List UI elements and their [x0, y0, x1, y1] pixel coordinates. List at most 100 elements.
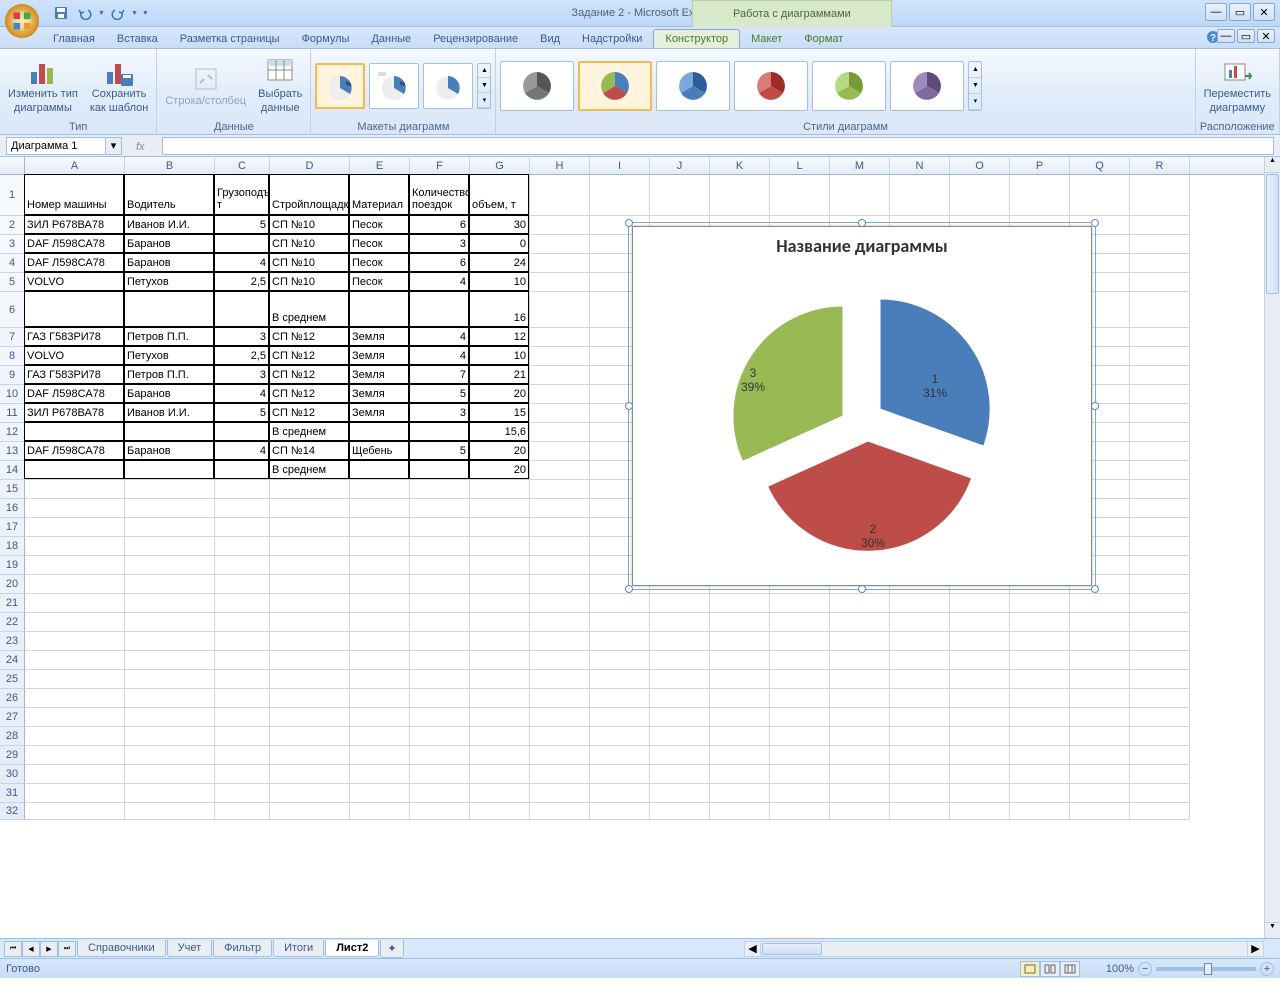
- data-cell[interactable]: 4: [409, 272, 469, 291]
- cell[interactable]: [25, 651, 125, 670]
- data-cell[interactable]: В среднем: [269, 422, 349, 441]
- cell[interactable]: [1070, 765, 1130, 784]
- cell[interactable]: [830, 746, 890, 765]
- cell[interactable]: [1070, 651, 1130, 670]
- cell[interactable]: [1010, 784, 1070, 803]
- cell[interactable]: [770, 803, 830, 820]
- cell[interactable]: [530, 254, 590, 273]
- cell[interactable]: [25, 784, 125, 803]
- cell[interactable]: [410, 784, 470, 803]
- zoom-level[interactable]: 100%: [1106, 963, 1134, 975]
- cell[interactable]: [1010, 670, 1070, 689]
- new-sheet-button[interactable]: ✦: [380, 940, 403, 958]
- data-cell[interactable]: 3: [409, 403, 469, 422]
- cell[interactable]: [470, 746, 530, 765]
- cell[interactable]: [1130, 499, 1190, 518]
- data-cell[interactable]: 4: [214, 253, 269, 272]
- data-cell[interactable]: DAF Л598СА78: [24, 234, 124, 253]
- cell[interactable]: [125, 784, 215, 803]
- data-cell[interactable]: 20: [469, 460, 529, 479]
- cell[interactable]: [410, 632, 470, 651]
- cell[interactable]: [215, 613, 270, 632]
- col-header[interactable]: H: [530, 157, 590, 174]
- cell[interactable]: [25, 708, 125, 727]
- cell[interactable]: [215, 708, 270, 727]
- cell[interactable]: [125, 632, 215, 651]
- cell[interactable]: [410, 746, 470, 765]
- cell[interactable]: [1070, 670, 1130, 689]
- cell[interactable]: [590, 670, 650, 689]
- cell[interactable]: [25, 727, 125, 746]
- header-cell[interactable]: Количество поездок: [409, 174, 469, 215]
- data-cell[interactable]: Петухов: [124, 272, 214, 291]
- row-header[interactable]: 3: [0, 235, 25, 254]
- undo-icon[interactable]: [74, 2, 96, 24]
- cell[interactable]: [710, 613, 770, 632]
- cell[interactable]: [470, 480, 530, 499]
- data-cell[interactable]: Песок: [349, 234, 409, 253]
- chart-style-4[interactable]: [734, 61, 808, 111]
- tab-insert[interactable]: Вставка: [106, 30, 169, 48]
- cell[interactable]: [470, 651, 530, 670]
- cell[interactable]: [410, 765, 470, 784]
- cell[interactable]: [1010, 175, 1070, 216]
- cell[interactable]: [350, 632, 410, 651]
- data-cell[interactable]: 10: [469, 346, 529, 365]
- cell[interactable]: [1130, 292, 1190, 328]
- cell[interactable]: [1010, 708, 1070, 727]
- cell[interactable]: [350, 499, 410, 518]
- data-cell[interactable]: ГАЗ Г583РИ78: [24, 327, 124, 346]
- cell[interactable]: [770, 175, 830, 216]
- select-data-button[interactable]: Выбрать данные: [254, 54, 306, 116]
- cell[interactable]: [215, 499, 270, 518]
- cell[interactable]: [350, 708, 410, 727]
- cell[interactable]: [125, 727, 215, 746]
- data-cell[interactable]: [214, 460, 269, 479]
- cell[interactable]: [650, 803, 710, 820]
- redo-icon[interactable]: [107, 2, 129, 24]
- select-all-corner[interactable]: [0, 157, 25, 174]
- cell[interactable]: [1130, 632, 1190, 651]
- cell[interactable]: [410, 518, 470, 537]
- column-headers[interactable]: ABCDEFGHIJKLMNOPQR: [0, 157, 1264, 175]
- restore-button[interactable]: ▭: [1229, 3, 1251, 21]
- row-header[interactable]: 15: [0, 480, 25, 499]
- cell[interactable]: [590, 651, 650, 670]
- cell[interactable]: [530, 746, 590, 765]
- cell[interactable]: [470, 499, 530, 518]
- data-cell[interactable]: Земля: [349, 346, 409, 365]
- cell[interactable]: [530, 273, 590, 292]
- cell[interactable]: [830, 632, 890, 651]
- cell[interactable]: [650, 765, 710, 784]
- row-header[interactable]: 11: [0, 404, 25, 423]
- data-cell[interactable]: 4: [409, 346, 469, 365]
- data-cell[interactable]: Петухов: [124, 346, 214, 365]
- data-cell[interactable]: 30: [469, 215, 529, 234]
- cell[interactable]: [270, 594, 350, 613]
- cell[interactable]: [650, 594, 710, 613]
- cell[interactable]: [1130, 556, 1190, 575]
- cell[interactable]: [770, 746, 830, 765]
- cell[interactable]: [270, 613, 350, 632]
- cell[interactable]: [410, 537, 470, 556]
- cell[interactable]: [530, 366, 590, 385]
- row-header[interactable]: 26: [0, 689, 25, 708]
- data-cell[interactable]: 15: [469, 403, 529, 422]
- cell[interactable]: [950, 803, 1010, 820]
- data-cell[interactable]: [349, 460, 409, 479]
- cell[interactable]: [470, 727, 530, 746]
- cell[interactable]: [1130, 328, 1190, 347]
- tab-home[interactable]: Главная: [42, 30, 106, 48]
- cell[interactable]: [710, 175, 770, 216]
- row-header[interactable]: 27: [0, 708, 25, 727]
- cell[interactable]: [410, 575, 470, 594]
- cell[interactable]: [890, 746, 950, 765]
- cell[interactable]: [270, 784, 350, 803]
- vertical-scrollbar[interactable]: ▲ ▼: [1264, 157, 1280, 938]
- header-cell[interactable]: Материал: [349, 174, 409, 215]
- cell[interactable]: [530, 175, 590, 216]
- col-header[interactable]: I: [590, 157, 650, 174]
- cell[interactable]: [350, 480, 410, 499]
- cell[interactable]: [890, 689, 950, 708]
- cell[interactable]: [770, 670, 830, 689]
